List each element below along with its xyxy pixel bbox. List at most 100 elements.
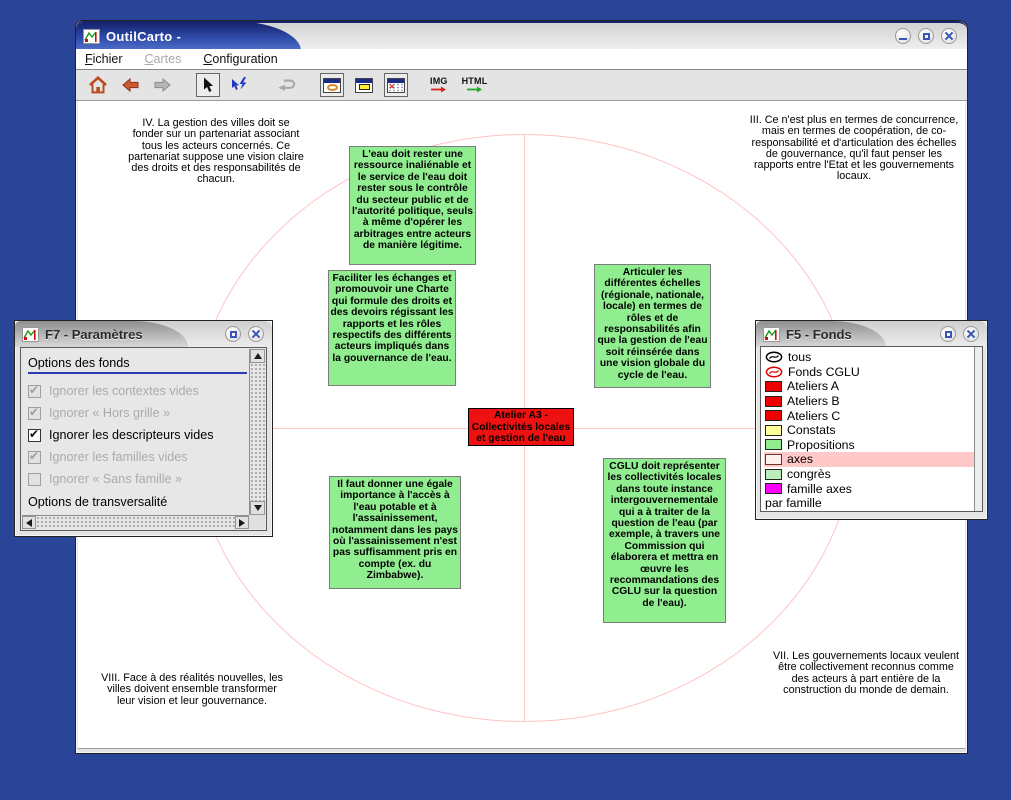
checkbox-row: Ignorer « Sans famille » <box>28 468 249 490</box>
home-icon <box>88 76 108 94</box>
forward-icon <box>153 78 172 92</box>
scroll-left-button[interactable] <box>22 516 36 529</box>
menu-cartes: Cartes <box>145 52 182 66</box>
link-tool-button[interactable] <box>228 73 252 97</box>
checkbox-row: Ignorer « Hors grille » <box>28 402 249 424</box>
corner-text-vii: VII. Les gouvernements locaux veulent êt… <box>772 651 960 696</box>
center-node-atelier-a3[interactable]: Atelier A3 - Collectivités locales et ge… <box>468 408 574 446</box>
fonds-item-ateliers-a[interactable]: Ateliers A <box>764 379 974 394</box>
minimize-icon[interactable] <box>895 28 911 44</box>
fonds-item-congres[interactable]: congrès <box>764 467 974 482</box>
note-eau-ressource[interactable]: L'eau doit rester une ressource inaliéna… <box>349 146 476 265</box>
img-export-icon <box>430 86 447 93</box>
desktop: { "desktop": { "bg": "#2a4598" }, "main_… <box>0 0 1011 800</box>
params-body: Options des fonds Ignorer les contextes … <box>20 347 267 531</box>
scroll-track[interactable] <box>250 363 265 501</box>
view-map-button[interactable] <box>320 73 344 97</box>
checkbox-label: Ignorer « Hors grille » <box>49 406 170 420</box>
checkbox-label: Ignorer les familles vides <box>49 450 188 464</box>
arrow-down-icon <box>254 505 262 511</box>
corner-text-iv: IV. La gestion des villes doit se fonder… <box>126 118 306 186</box>
fonds-item-tous[interactable]: tous <box>764 350 974 365</box>
fonds-item-label: axes <box>787 452 813 466</box>
ellipse-icon <box>765 366 783 378</box>
fonds-item-constats[interactable]: Constats <box>764 423 974 438</box>
window-title: F5 - Fonds <box>786 327 852 342</box>
fonds-item-axes[interactable]: axes <box>764 452 974 467</box>
ellipse-icon <box>765 351 783 363</box>
maximize-icon[interactable] <box>225 326 241 342</box>
fonds-item-label: par famille <box>765 496 822 510</box>
fonds-item-fonds-cglu[interactable]: Fonds CGLU <box>764 365 974 380</box>
fonds-item-propositions[interactable]: Propositions <box>764 438 974 453</box>
close-icon[interactable] <box>963 326 979 342</box>
scroll-down-button[interactable] <box>250 501 265 515</box>
fonds-list: tous Fonds CGLU Ateliers A Ateliers B At… <box>761 347 974 511</box>
menu-configuration[interactable]: Configuration <box>203 52 277 66</box>
view-map-icon <box>323 78 341 93</box>
close-icon[interactable] <box>941 28 957 44</box>
fonds-titlebar[interactable]: F5 - Fonds <box>756 321 987 347</box>
note-cglu-representer[interactable]: CGLU doit représenter les collectivités … <box>603 458 726 623</box>
note-faciliter-echanges[interactable]: Faciliter les échanges et promouvoir une… <box>328 270 456 386</box>
fonds-item-label: Ateliers A <box>787 379 839 393</box>
vertical-scrollbar[interactable] <box>249 349 265 515</box>
corner-text-iii: III. Ce n'est plus en termes de concurre… <box>746 115 962 183</box>
params-titlebar[interactable]: F7 - Paramètres <box>15 321 272 347</box>
window-title: OutilCarto - <box>106 29 181 44</box>
checkbox-icon <box>28 451 41 464</box>
forward-button <box>150 73 174 97</box>
fonds-item-par-famille[interactable]: par famille <box>764 496 974 511</box>
link-cursor-icon <box>231 77 249 93</box>
fonds-item-label: tous <box>788 350 811 364</box>
maximize-icon[interactable] <box>940 326 956 342</box>
fonds-item-label: Ateliers C <box>787 409 840 423</box>
checkbox-label: Ignorer « Sans famille » <box>49 472 182 486</box>
maximize-icon[interactable] <box>918 28 934 44</box>
back-button[interactable] <box>118 73 142 97</box>
note-articuler-echelles[interactable]: Articuler les différentes échelles (régi… <box>594 264 711 388</box>
close-icon[interactable] <box>248 326 264 342</box>
app-icon <box>83 29 100 44</box>
section-options-fonds: Options des fonds <box>28 356 247 374</box>
fonds-body: tous Fonds CGLU Ateliers A Ateliers B At… <box>760 346 983 512</box>
view-grid-icon <box>387 78 405 93</box>
params-window: F7 - Paramètres Options des fonds Ignore… <box>14 320 273 537</box>
export-img-button[interactable]: IMG <box>430 77 448 93</box>
fonds-item-label: Ateliers B <box>787 394 840 408</box>
vertical-scrollbar[interactable] <box>974 347 982 511</box>
toolbar: IMG HTML <box>76 70 967 101</box>
app-icon <box>22 327 39 342</box>
scroll-track[interactable] <box>36 516 235 529</box>
window-title: F7 - Paramètres <box>45 327 143 342</box>
checkbox-row[interactable]: Ignorer les descripteurs vides <box>28 424 249 446</box>
fonds-item-famille-axes[interactable]: famille axes <box>764 481 974 496</box>
section-options-transversalite: Options de transversalité <box>28 495 247 511</box>
params-title-tab[interactable]: F7 - Paramètres <box>15 321 188 347</box>
view-legend-button[interactable] <box>352 73 376 97</box>
back-icon <box>121 78 140 92</box>
menu-fichier[interactable]: Fichier <box>85 52 123 66</box>
scroll-right-button[interactable] <box>235 516 249 529</box>
main-titlebar[interactable]: OutilCarto - <box>76 21 967 49</box>
checkbox-row: Ignorer les familles vides <box>28 446 249 468</box>
note-egale-importance[interactable]: Il faut donner une égale importance à l'… <box>329 476 461 589</box>
view-legend-icon <box>355 78 373 93</box>
fonds-item-ateliers-c[interactable]: Ateliers C <box>764 408 974 423</box>
checkbox-label: Ignorer les contextes vides <box>49 384 199 398</box>
view-grid-button[interactable] <box>384 73 408 97</box>
select-tool-button[interactable] <box>196 73 220 97</box>
scroll-up-button[interactable] <box>250 349 265 363</box>
undo-button <box>274 73 298 97</box>
checkbox-icon <box>28 407 41 420</box>
fonds-title-tab[interactable]: F5 - Fonds <box>756 321 886 347</box>
fonds-item-ateliers-b[interactable]: Ateliers B <box>764 394 974 409</box>
export-html-button[interactable]: HTML <box>462 77 488 93</box>
main-title-tab[interactable]: OutilCarto - <box>76 21 301 49</box>
checkbox-icon[interactable] <box>28 429 41 442</box>
horizontal-scrollbar[interactable] <box>22 515 249 529</box>
home-button[interactable] <box>86 73 110 97</box>
color-swatch-icon <box>765 410 782 421</box>
window-controls <box>895 28 957 44</box>
fonds-item-label: Constats <box>787 423 836 437</box>
